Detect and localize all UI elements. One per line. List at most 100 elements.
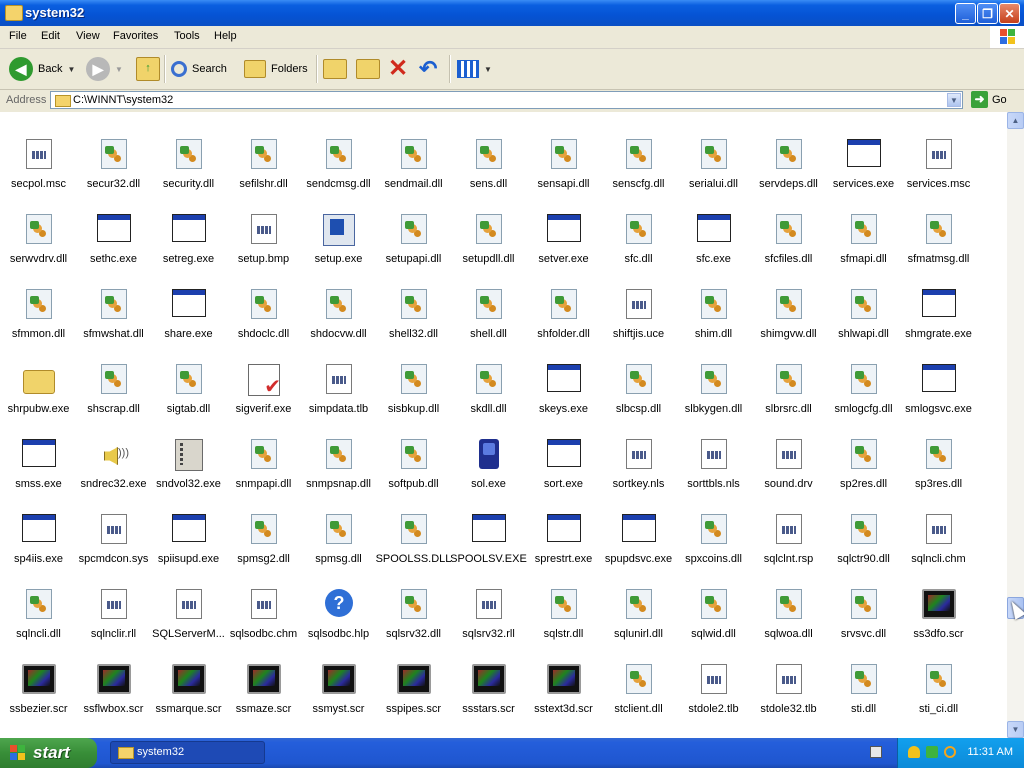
file-item[interactable]: sqlncli.dll [1, 559, 76, 640]
start-button[interactable]: start [0, 738, 97, 768]
file-item[interactable]: sqlsodbc.chm [226, 559, 301, 640]
menu-edit[interactable]: Edit [41, 30, 60, 42]
file-item[interactable]: slbrsrc.dll [751, 334, 826, 415]
file-item[interactable]: setupdll.dll [451, 184, 526, 265]
file-item[interactable]: sfcfiles.dll [751, 184, 826, 265]
file-item[interactable]: sfmapi.dll [826, 184, 901, 265]
file-item[interactable]: spcmdcon.sys [76, 484, 151, 565]
file-item[interactable]: sqlncli.chm [901, 484, 976, 565]
file-item[interactable]: sti.dll [826, 634, 901, 715]
menu-file[interactable]: File [9, 30, 27, 42]
file-item[interactable]: shim.dll [676, 259, 751, 340]
file-item[interactable]: sendmail.dll [376, 112, 451, 190]
file-list[interactable]: secpol.msc secur32.dll security.dll sefilsh… [0, 112, 1007, 738]
file-item[interactable]: security.dll [151, 112, 226, 190]
file-item[interactable]: snmpapi.dll [226, 409, 301, 490]
file-item[interactable]: sstext3d.scr [526, 634, 601, 715]
views-button[interactable]: ▼ [457, 55, 492, 83]
file-item[interactable]: shell.dll [451, 259, 526, 340]
delete-button[interactable]: ✕ [388, 55, 408, 83]
file-item[interactable]: spmsg.dll [301, 484, 376, 565]
file-item[interactable]: sndvol32.exe [151, 409, 226, 490]
file-item[interactable]: sp4iis.exe [1, 484, 76, 565]
file-item[interactable]: sp2res.dll [826, 409, 901, 490]
file-item[interactable]: ssmyst.scr [301, 634, 376, 715]
copy-to-button[interactable] [356, 55, 380, 83]
file-item[interactable]: simpdata.tlb [301, 334, 376, 415]
file-item[interactable]: ssbezier.scr [1, 634, 76, 715]
file-item[interactable]: share.exe [151, 259, 226, 340]
file-item[interactable]: shiftjis.uce [601, 259, 676, 340]
scroll-up-button[interactable]: ▲ [1007, 112, 1024, 129]
file-item[interactable]: setup.bmp [226, 184, 301, 265]
file-item[interactable]: spxcoins.dll [676, 484, 751, 565]
file-item[interactable]: sp3res.dll [901, 409, 976, 490]
folders-button[interactable]: Folders [244, 55, 308, 83]
file-item[interactable]: senscfg.dll [601, 112, 676, 190]
scroll-down-button[interactable]: ▼ [1007, 721, 1024, 738]
file-item[interactable]: secpol.msc [1, 112, 76, 190]
file-item[interactable]: smss.exe [1, 409, 76, 490]
file-item[interactable]: ssmaze.scr [226, 634, 301, 715]
file-item[interactable]: sendcmsg.dll [301, 112, 376, 190]
undo-button[interactable]: ↶ [419, 55, 437, 83]
file-item[interactable]: ssmarque.scr [151, 634, 226, 715]
file-item[interactable]: sort.exe [526, 409, 601, 490]
go-button[interactable]: ➜ Go [971, 91, 1007, 108]
file-item[interactable]: srvsvc.dll [826, 559, 901, 640]
file-item[interactable]: setup.exe [301, 184, 376, 265]
file-item[interactable]: sfc.dll [601, 184, 676, 265]
close-button[interactable]: ✕ [999, 3, 1020, 24]
security-shield-icon[interactable] [908, 746, 920, 758]
file-item[interactable]: ssstars.scr [451, 634, 526, 715]
search-icon[interactable] [944, 746, 956, 758]
file-item[interactable]: services.msc [901, 112, 976, 190]
address-input[interactable]: C:\WINNT\system32 ▼ [50, 91, 963, 109]
file-item[interactable]: shimgvw.dll [751, 259, 826, 340]
file-item[interactable]: ssflwbox.scr [76, 634, 151, 715]
file-item[interactable]: stdole2.tlb [676, 634, 751, 715]
maximize-button[interactable]: ❐ [977, 3, 998, 24]
file-item[interactable]: snmpsnap.dll [301, 409, 376, 490]
file-item[interactable]: sqlclnt.rsp [751, 484, 826, 565]
file-item[interactable]: sethc.exe [76, 184, 151, 265]
file-item[interactable]: sqlctr90.dll [826, 484, 901, 565]
file-item[interactable]: softpub.dll [376, 409, 451, 490]
file-item[interactable]: skdll.dll [451, 334, 526, 415]
file-item[interactable]: sprestrt.exe [526, 484, 601, 565]
file-item[interactable]: SQLServerM... [151, 559, 226, 640]
file-item[interactable]: sqlsrv32.dll [376, 559, 451, 640]
file-item[interactable]: stclient.dll [601, 634, 676, 715]
file-item[interactable]: SPOOLSV.EXE [450, 484, 527, 565]
file-item[interactable]: SPOOLSS.DLL [376, 484, 451, 565]
back-button[interactable]: ◀ Back ▼ [9, 55, 75, 83]
menu-favorites[interactable]: Favorites [113, 30, 158, 42]
file-item[interactable]: setver.exe [526, 184, 601, 265]
file-item[interactable]: skeys.exe [526, 334, 601, 415]
file-item[interactable]: smlogcfg.dll [826, 334, 901, 415]
file-item[interactable]: sens.dll [451, 112, 526, 190]
file-item[interactable]: sqlunirl.dll [601, 559, 676, 640]
file-item[interactable]: slbkygen.dll [676, 334, 751, 415]
search-button[interactable]: Search [171, 55, 227, 83]
file-item[interactable]: sigtab.dll [151, 334, 226, 415]
file-item[interactable]: sti_ci.dll [901, 634, 976, 715]
file-item[interactable]: stdole32.tlb [751, 634, 826, 715]
file-item[interactable]: spmsg2.dll [226, 484, 301, 565]
up-folder-button[interactable]: ↑ [136, 55, 160, 83]
file-item[interactable]: shrpubw.exe [1, 334, 76, 415]
file-item[interactable]: sorttbls.nls [676, 409, 751, 490]
file-item[interactable]: sol.exe [451, 409, 526, 490]
file-item[interactable]: sfmatmsg.dll [901, 184, 976, 265]
file-item[interactable]: services.exe [826, 112, 901, 190]
file-item[interactable]: setreg.exe [151, 184, 226, 265]
file-item[interactable]: sfc.exe [676, 184, 751, 265]
move-to-button[interactable] [323, 55, 347, 83]
file-item[interactable]: shfolder.dll [526, 259, 601, 340]
file-item[interactable]: shscrap.dll [76, 334, 151, 415]
file-item[interactable]: smlogsvc.exe [901, 334, 976, 415]
file-item[interactable]: sfmwshat.dll [76, 259, 151, 340]
file-item[interactable]: servdeps.dll [751, 112, 826, 190]
address-dropdown-button[interactable]: ▼ [947, 93, 961, 107]
file-item[interactable]: sfmmon.dll [1, 259, 76, 340]
